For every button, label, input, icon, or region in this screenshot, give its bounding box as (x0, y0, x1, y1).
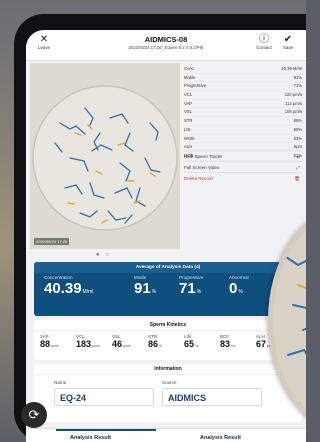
page-title: AIDMICS-08 (144, 35, 188, 44)
share-icon[interactable]: ⟳ (21, 402, 47, 428)
param-value: 120 μm/s (284, 92, 302, 98)
active-tab-indicator (56, 429, 156, 431)
param-value: 65% (293, 126, 302, 132)
information-header: Information (34, 364, 302, 375)
param-label: WOB (184, 135, 195, 141)
kinetic-unit: μm/s (92, 344, 100, 348)
kinetic-value: 65 (184, 339, 195, 349)
delete-record-button[interactable]: Delete Record 🗑 (184, 172, 302, 184)
param-row: Progressive 71% (184, 82, 302, 92)
progressive-value: 71 (179, 280, 196, 297)
average-header: Average of Analysis Data (4) (34, 262, 302, 273)
param-row: WOB 83% (184, 135, 302, 144)
video-timestamp: 2022/05/24 17:26 (34, 238, 70, 245)
delete-label: Delete Record (184, 176, 213, 181)
source-field[interactable]: AIDMICS (162, 388, 262, 406)
param-value: 86% (293, 118, 302, 124)
app-screen: ✕ Leave AIDMICS-08 2022/05/24 17:26 | Eq… (26, 30, 306, 442)
param-row: Conc. 40.39 M/ml (184, 65, 302, 74)
param-row: LIN 65% (184, 126, 302, 135)
concentration-cell: Concentration 40.39M/ml (44, 275, 93, 301)
motile-value: 91 (134, 280, 151, 297)
info-icon: ⓘ (259, 34, 269, 45)
param-row: STR 86% (184, 117, 302, 126)
kinetic-cell-lin: LIN 65% (184, 334, 198, 352)
param-label: VCL (184, 92, 193, 98)
param-row: VSL 108 μm/s (184, 108, 302, 118)
motile-unit: % (151, 289, 157, 295)
kinetics-header: Sperm Kinetics (34, 320, 302, 331)
tab-analysis-result-left[interactable]: Analysis Result (70, 435, 111, 441)
progressive-cell: Progressive 71% (179, 275, 203, 301)
param-value: 83% (293, 135, 302, 141)
sperm-video-view[interactable]: 2022/05/24 17:26 (30, 63, 180, 249)
tab-analysis-result-right[interactable]: Analysis Result (200, 435, 241, 441)
param-value: 91% (293, 74, 302, 80)
checkmark-icon: ✔ (283, 34, 293, 45)
save-label: Save (282, 45, 294, 50)
param-label: Motile (184, 74, 196, 80)
abnormal-unit: % (238, 289, 243, 295)
source-label: Source (162, 380, 177, 385)
param-row: Motile 91% (184, 74, 302, 83)
sperm-tracks (30, 63, 180, 249)
kinetic-cell-vap: VAP 88μm/s (40, 334, 59, 352)
page-indicator: ● ○ (96, 252, 111, 258)
kinetic-cell-vcl: VCL 183μm/s (76, 334, 100, 352)
abnormal-cell: Abnormal 0% (229, 275, 249, 301)
contact-label: Contact (256, 45, 272, 50)
abnormal-value: 0 (229, 280, 238, 297)
name-field[interactable]: EQ-24 (54, 388, 154, 406)
param-value: 112 μm/s (285, 100, 302, 106)
param-label: LIN (184, 126, 191, 132)
save-button[interactable]: ✔ Save (276, 34, 300, 50)
full-screen-label: Full Screen Video (184, 165, 220, 170)
param-label: VSL (184, 109, 192, 115)
average-panel: Average of Analysis Data (4) Concentrati… (34, 262, 302, 316)
param-label: Conc. (184, 66, 195, 71)
contact-button[interactable]: ⓘ Contact (252, 34, 276, 50)
parameters-list: Conc. 40.39 M/ml Motile 91% Progressive 71% VC… (184, 65, 302, 161)
kinetic-unit: % (195, 344, 199, 348)
page-subtitle: 2022/05/24 17:26 | Equine 6.2 S (LOP9) (128, 45, 204, 50)
bottom-tab-bar: Analysis Result Analysis Result (26, 428, 306, 442)
param-value: 71% (293, 83, 302, 89)
kinetic-value: 88 (40, 339, 51, 349)
information-panel: Information Name EQ-24 Source AIDMICS (34, 364, 302, 422)
param-row: VCL 120 μm/s (184, 91, 302, 100)
param-value: 40.39 M/ml (281, 66, 302, 71)
kinetic-cell-vsl: VSL 46μm/s (112, 334, 131, 352)
kinetic-unit: μm/s (123, 344, 131, 348)
kinetic-value: 67 (256, 339, 267, 349)
trash-icon: 🗑 (294, 176, 300, 181)
param-row: VAP 112 μm/s (184, 100, 302, 109)
param-label: Progressive (184, 83, 207, 89)
motile-cell: Motile 91% (134, 275, 156, 301)
name-label: Name (54, 380, 67, 385)
kinetic-cell-str: STR 86% (148, 334, 162, 352)
kinetic-unit: % (159, 344, 163, 348)
kinetic-value: 46 (112, 339, 123, 349)
kinetic-cell-bcf: BCF 83Hz (220, 334, 235, 352)
top-bar: ✕ Leave AIDMICS-08 2022/05/24 17:26 | Eq… (26, 30, 306, 61)
param-value: 108 μm/s (284, 109, 302, 115)
progressive-unit: % (196, 289, 202, 295)
concentration-value: 40.39 (44, 280, 82, 297)
sperm-kinetics-panel: Sperm Kinetics VAP 88μm/s VCL 183μm/s VSL 46μ… (34, 320, 302, 360)
kinetic-value: 83 (220, 339, 231, 349)
concentration-unit: M/ml (82, 289, 94, 295)
hide-tracks-label: Hide Sperm Tracks (184, 154, 223, 159)
kinetic-value: 86 (148, 339, 159, 349)
leave-label: Leave (37, 45, 51, 50)
param-label: VAP (184, 100, 193, 106)
close-icon: ✕ (39, 34, 49, 45)
kinetic-value: 183 (76, 339, 92, 349)
kinetic-unit: μm/s (51, 344, 59, 348)
kinetic-unit: Hz (231, 344, 236, 348)
param-label: STR (184, 118, 193, 124)
leave-button[interactable]: ✕ Leave (32, 34, 56, 50)
